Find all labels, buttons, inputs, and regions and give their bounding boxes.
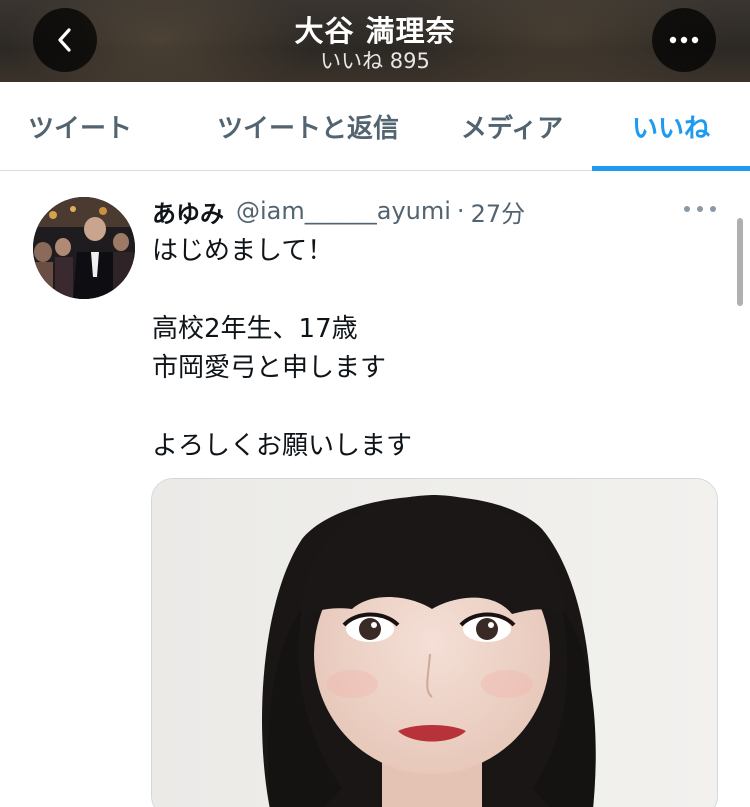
avatar[interactable]: [33, 197, 135, 299]
profile-header: 大谷 満理奈 いいね 895: [0, 0, 750, 82]
more-button[interactable]: [652, 8, 716, 72]
active-tab-indicator: [592, 166, 750, 171]
separator-dot: ·: [456, 197, 465, 225]
profile-name: 大谷 満理奈: [294, 14, 456, 48]
tab-tweets-and-replies[interactable]: ツイートと返信: [190, 82, 426, 171]
tab-likes[interactable]: いいね: [592, 82, 750, 171]
avatar-image: [33, 197, 135, 299]
scrollbar[interactable]: [737, 218, 743, 306]
tweet-text-line: 高校2年生、17歳: [152, 314, 358, 344]
tweet-text-line: よろしくお願いします: [152, 431, 413, 461]
tweet-header: あゆみ @iam______ayumi · 27分: [152, 193, 525, 229]
tweet-text-line: [152, 388, 712, 427]
likes-count: いいね 895: [320, 49, 430, 73]
tab-tweets[interactable]: ツイート: [0, 82, 160, 171]
tab-media[interactable]: メディア: [438, 82, 586, 171]
author-handle[interactable]: @iam______ayumi: [236, 197, 451, 225]
author-name[interactable]: あゆみ: [152, 194, 224, 229]
portrait-photo: [152, 479, 717, 807]
tweet-text-line: [152, 271, 712, 310]
profile-tabs: ツイート ツイートと返信 メディア いいね: [0, 82, 750, 171]
tweet-text-line: 市岡愛弓と申します: [152, 353, 387, 383]
tweet-media-image[interactable]: [151, 478, 718, 807]
tweet-time[interactable]: 27分: [471, 194, 526, 229]
more-horizontal-icon: [669, 36, 699, 44]
tweet-more-icon[interactable]: [684, 197, 716, 221]
tweet-text: はじめまして！ 高校2年生、17歳 市岡愛弓と申します よろしくお願いします: [152, 232, 712, 466]
tweet-text-line: はじめまして！: [152, 236, 334, 266]
